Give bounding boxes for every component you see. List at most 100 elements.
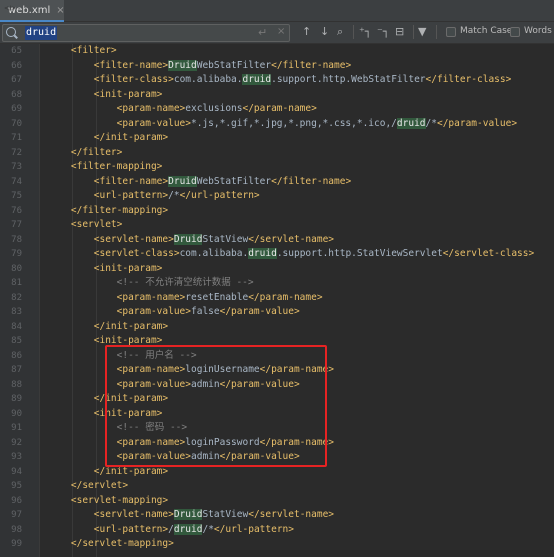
code-line[interactable]: 82 <param-name>resetEnable</param-name> bbox=[0, 291, 554, 306]
code-text[interactable]: </filter-mapping> bbox=[48, 204, 168, 219]
match-case-checkbox[interactable] bbox=[446, 27, 456, 37]
code-line[interactable]: 74 <filter-name>DruidWebStatFilter</filt… bbox=[0, 175, 554, 190]
code-text[interactable]: <filter-name>DruidWebStatFilter</filter-… bbox=[48, 175, 351, 190]
line-number: 75 bbox=[11, 191, 22, 201]
code-line[interactable]: 78 <servlet-name>DruidStatView</servlet-… bbox=[0, 233, 554, 248]
code-text[interactable]: <url-pattern>/druid/*</url-pattern> bbox=[48, 523, 294, 538]
code-line[interactable]: 76 </filter-mapping> bbox=[0, 204, 554, 219]
code-line[interactable]: 75 <url-pattern>/*</url-pattern> bbox=[0, 189, 554, 204]
code-line[interactable]: 77 <servlet> bbox=[0, 218, 554, 233]
search-icon[interactable] bbox=[6, 27, 16, 37]
line-number: 67 bbox=[11, 75, 22, 85]
code-line[interactable]: 96 <servlet-mapping> bbox=[0, 494, 554, 509]
code-line[interactable]: 98 <url-pattern>/druid/*</url-pattern> bbox=[0, 523, 554, 538]
line-number: 77 bbox=[11, 220, 22, 230]
match-case-label[interactable]: Match Case bbox=[460, 26, 512, 36]
code-line[interactable]: 80 <init-param> bbox=[0, 262, 554, 277]
remove-occurrence-icon[interactable]: ⁻┐ bbox=[377, 25, 389, 38]
words-label[interactable]: Words bbox=[524, 26, 552, 36]
code-text[interactable]: <servlet-mapping> bbox=[48, 494, 168, 509]
separator bbox=[353, 25, 354, 39]
code-line[interactable]: 65 <filter> bbox=[0, 44, 554, 59]
code-line[interactable]: 72 </filter> bbox=[0, 146, 554, 161]
line-number: 85 bbox=[11, 336, 22, 346]
line-number: 86 bbox=[11, 350, 22, 361]
code-text[interactable]: </servlet-mapping> bbox=[48, 537, 174, 552]
code-text[interactable]: <init-param> bbox=[48, 262, 163, 277]
line-number: 95 bbox=[11, 481, 22, 491]
line-number: 71 bbox=[11, 133, 22, 143]
code-text[interactable]: <filter-class>com.alibaba.druid.support.… bbox=[48, 73, 511, 88]
line-number: 81 bbox=[11, 278, 22, 288]
code-line[interactable]: 73 <filter-mapping> bbox=[0, 160, 554, 175]
line-number: 78 bbox=[11, 234, 22, 245]
code-line[interactable]: 66 <filter-name>DruidWebStatFilter</filt… bbox=[0, 59, 554, 74]
line-number: 92 bbox=[11, 437, 22, 448]
code-line[interactable]: 95 </servlet> bbox=[0, 479, 554, 494]
line-number: 93 bbox=[11, 452, 22, 462]
line-number: 96 bbox=[11, 495, 22, 506]
code-text[interactable]: <servlet-name>DruidStatView</servlet-nam… bbox=[48, 508, 334, 523]
line-number: 80 bbox=[11, 263, 22, 274]
code-text[interactable]: <init-param> bbox=[48, 88, 163, 103]
code-text[interactable]: <param-value>*.js,*.gif,*.jpg,*.png,*.cs… bbox=[48, 117, 517, 132]
code-text[interactable]: <servlet-name>DruidStatView</servlet-nam… bbox=[48, 233, 334, 248]
line-number: 91 bbox=[11, 423, 22, 433]
code-text[interactable]: <url-pattern>/*</url-pattern> bbox=[48, 189, 260, 204]
find-all-icon[interactable]: ⌕ bbox=[337, 25, 343, 39]
line-number: 97 bbox=[11, 510, 22, 520]
line-number: 90 bbox=[11, 408, 22, 419]
code-text[interactable]: <filter> bbox=[48, 44, 117, 59]
code-line[interactable]: 79 <servlet-class>com.alibaba.druid.supp… bbox=[0, 247, 554, 262]
code-text[interactable]: <servlet> bbox=[48, 218, 122, 233]
code-text[interactable]: </init-param> bbox=[48, 320, 168, 335]
enter-icon[interactable]: ↵ bbox=[258, 26, 267, 39]
line-number: 99 bbox=[11, 539, 22, 549]
select-all-occurrences-icon[interactable]: ⊟ bbox=[395, 25, 404, 38]
code-text[interactable]: <param-value>false</param-value> bbox=[48, 305, 300, 320]
code-line[interactable]: 71 </init-param> bbox=[0, 131, 554, 146]
code-line[interactable]: 68 <init-param> bbox=[0, 88, 554, 103]
line-number: 79 bbox=[11, 249, 22, 259]
line-number: 83 bbox=[11, 307, 22, 317]
code-line[interactable]: 97 <servlet-name>DruidStatView</servlet-… bbox=[0, 508, 554, 523]
line-number: 88 bbox=[11, 379, 22, 390]
code-line[interactable]: 70 <param-value>*.js,*.gif,*.jpg,*.png,*… bbox=[0, 117, 554, 132]
code-line[interactable]: 84 </init-param> bbox=[0, 320, 554, 335]
clear-search-icon[interactable]: × bbox=[277, 26, 285, 37]
code-text[interactable]: <!-- 不允许清空统计数据 --> bbox=[48, 276, 254, 291]
code-text[interactable]: </filter> bbox=[48, 146, 122, 161]
search-query[interactable]: druid bbox=[25, 26, 58, 40]
find-bar: druid ↵ × ↑ ↓ ⌕ ⁺┐ ⁻┐ ⊟ ▼ Match Case Wor… bbox=[0, 22, 554, 44]
code-line[interactable]: 83 <param-value>false</param-value> bbox=[0, 305, 554, 320]
code-line[interactable]: 81 <!-- 不允许清空统计数据 --> bbox=[0, 276, 554, 291]
code-text[interactable]: </servlet> bbox=[48, 479, 128, 494]
code-text[interactable]: <param-name>resetEnable</param-name> bbox=[48, 291, 323, 306]
code-line[interactable]: 67 <filter-class>com.alibaba.druid.suppo… bbox=[0, 73, 554, 88]
line-number: 94 bbox=[11, 466, 22, 477]
code-text[interactable]: <param-name>exclusions</param-name> bbox=[48, 102, 317, 117]
add-occurrence-icon[interactable]: ⁺┐ bbox=[359, 25, 371, 38]
words-checkbox[interactable] bbox=[510, 27, 520, 37]
editor-tab-bar: web.xml × bbox=[0, 0, 554, 22]
search-input[interactable]: druid ↵ × bbox=[2, 24, 290, 42]
highlight-callout-box bbox=[105, 345, 327, 467]
filter-icon[interactable]: ▼ bbox=[418, 25, 426, 38]
line-number: 76 bbox=[11, 205, 22, 216]
code-text[interactable]: <servlet-class>com.alibaba.druid.support… bbox=[48, 247, 534, 262]
tab-web-xml[interactable]: web.xml × bbox=[0, 0, 65, 22]
tab-close-icon[interactable]: × bbox=[56, 5, 64, 16]
previous-occurrence-icon[interactable]: ↑ bbox=[302, 25, 311, 38]
code-editor[interactable]: 65 <filter> 66 <filter-name>DruidWebStatF… bbox=[0, 44, 554, 557]
code-text[interactable]: </init-param> bbox=[48, 131, 168, 146]
line-number: 89 bbox=[11, 394, 22, 404]
code-text[interactable]: <filter-name>DruidWebStatFilter</filter-… bbox=[48, 59, 351, 74]
code-line[interactable]: 99 </servlet-mapping> bbox=[0, 537, 554, 552]
line-number: 73 bbox=[11, 162, 22, 172]
line-number: 82 bbox=[11, 292, 22, 303]
next-occurrence-icon[interactable]: ↓ bbox=[320, 25, 329, 38]
code-line[interactable]: 69 <param-name>exclusions</param-name> bbox=[0, 102, 554, 117]
code-text[interactable]: <filter-mapping> bbox=[48, 160, 163, 175]
separator bbox=[413, 25, 414, 39]
line-number: 72 bbox=[11, 147, 22, 158]
